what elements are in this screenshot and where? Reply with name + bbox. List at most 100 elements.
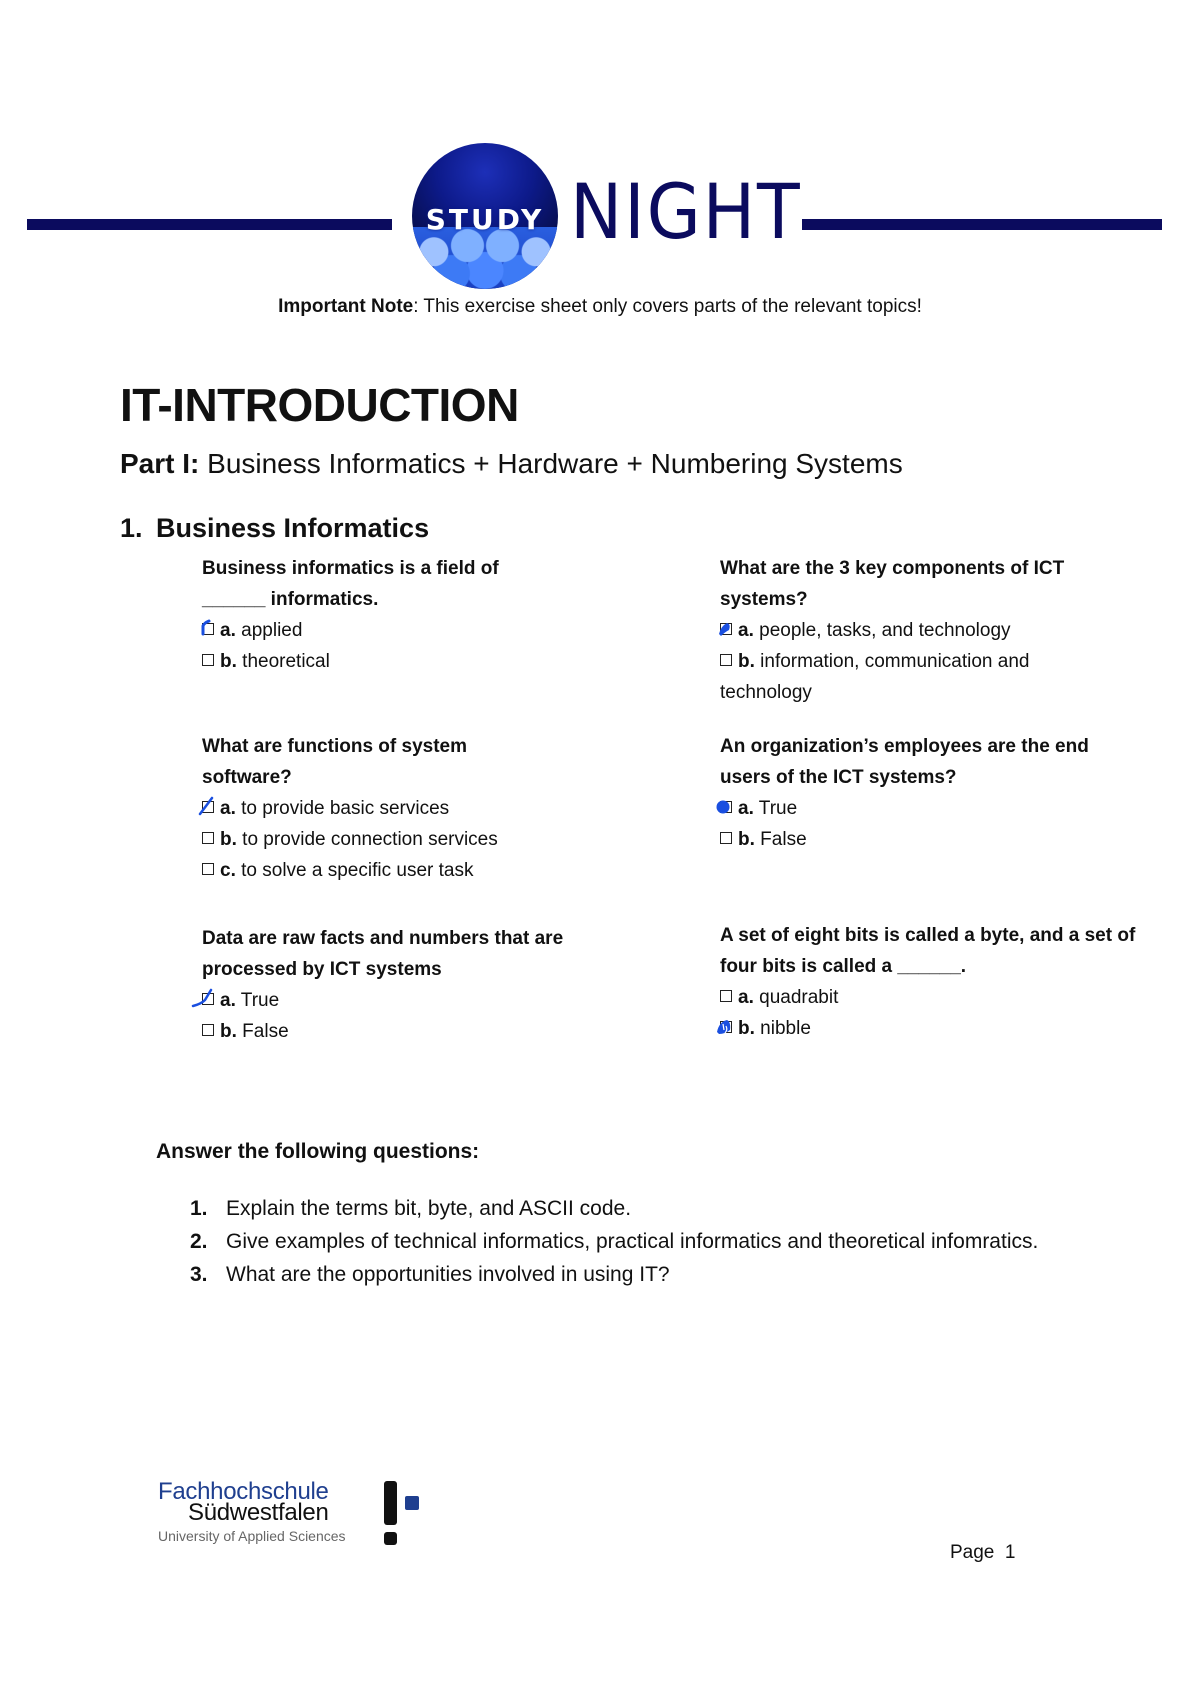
checkbox[interactable] xyxy=(191,988,214,1008)
option-item[interactable]: b. to provide connection services xyxy=(202,824,622,855)
option-item[interactable]: c. to solve a specific user task xyxy=(202,855,622,886)
option-text: to solve a specific user task xyxy=(241,860,474,881)
option-letter: b. xyxy=(220,829,237,850)
logo-word-study: STUDY xyxy=(425,203,545,236)
option-letter: a. xyxy=(220,798,236,819)
subtitle-label: Part I: xyxy=(120,448,200,479)
handwritten-scribble-icon xyxy=(717,1020,731,1034)
option-item[interactable]: a. applied xyxy=(201,615,622,646)
question-text: An organization’s employees are the end … xyxy=(720,736,1089,788)
item-text: What are the opportunities involved in u… xyxy=(226,1263,670,1286)
option-letter: a. xyxy=(738,620,754,641)
checkbox[interactable] xyxy=(198,796,214,816)
answer-question-item: 2. Give examples of technical informatics… xyxy=(190,1225,1038,1258)
document-title: IT-INTRODUCTION xyxy=(120,379,519,431)
logo-blue-square xyxy=(405,1496,419,1510)
option-item[interactable]: b. nibble xyxy=(717,1013,1160,1044)
item-number: 1. xyxy=(190,1197,208,1220)
checkbox[interactable] xyxy=(720,654,732,666)
option-text: people, tasks, and technology xyxy=(759,620,1011,641)
question-text: A set of eight bits is called a byte, an… xyxy=(720,925,1136,977)
option-letter: a. xyxy=(220,620,236,641)
checkbox[interactable] xyxy=(202,863,214,875)
handwritten-dot-icon xyxy=(716,800,730,814)
section-number: 1. xyxy=(120,513,143,543)
logo-line-tagline: University of Applied Sciences xyxy=(158,1528,346,1544)
option-text: information, communication and technolog… xyxy=(720,651,1030,703)
checkbox[interactable] xyxy=(202,654,214,666)
handwritten-check-icon xyxy=(198,796,214,816)
option-item[interactable]: b. theoretical xyxy=(202,646,622,677)
university-logo: Fachhochschule Südwestfalen University o… xyxy=(158,1478,428,1558)
answer-question-item: 1. Explain the terms bit, byte, and ASCII… xyxy=(190,1192,1038,1225)
option-text: False xyxy=(760,829,807,850)
option-item[interactable]: b. False xyxy=(202,1016,622,1047)
item-text: Give examples of technical informatics, … xyxy=(226,1230,1039,1253)
item-text: Explain the terms bit, byte, and ASCII c… xyxy=(226,1197,632,1220)
checkbox[interactable] xyxy=(202,832,214,844)
handwritten-check-icon xyxy=(201,619,211,636)
question-text: Business informatics is a field of _____… xyxy=(202,558,499,610)
option-item[interactable]: a. True xyxy=(191,985,622,1016)
option-item[interactable]: b. False xyxy=(720,824,1140,855)
handwritten-fill-icon xyxy=(719,623,730,636)
option-letter: b. xyxy=(220,1021,237,1042)
option-letter: a. xyxy=(738,798,754,819)
header-rule-left xyxy=(27,219,392,230)
document-subtitle: Part I: Business Informatics + Hardware … xyxy=(120,448,903,480)
option-text: quadrabit xyxy=(759,987,839,1008)
logo-word-night: NIGHT xyxy=(570,167,802,256)
important-note: Important Note: This exercise sheet only… xyxy=(0,296,1200,318)
option-text: True xyxy=(240,990,280,1011)
question-text: Data are raw facts and numbers that are … xyxy=(202,928,564,980)
handwritten-check-icon xyxy=(191,988,213,1008)
option-letter: b. xyxy=(738,829,755,850)
checkbox[interactable] xyxy=(202,1024,214,1036)
option-item[interactable]: a. to provide basic services xyxy=(198,793,622,824)
important-note-label: Important Note xyxy=(278,296,414,317)
question-card: An organization’s employees are the end … xyxy=(716,731,1140,855)
question-text: What are functions of system software? xyxy=(202,736,467,788)
logo-exclamation-dot xyxy=(384,1532,397,1545)
study-night-logo: STUDY xyxy=(412,143,558,289)
question-card: A set of eight bits is called a byte, an… xyxy=(717,920,1160,1044)
option-letter: b. xyxy=(220,651,237,672)
logo-line-suedwestfalen: Südwestfalen xyxy=(188,1499,329,1526)
checkbox[interactable] xyxy=(719,623,732,636)
checkbox[interactable] xyxy=(716,800,732,814)
question-card: Business informatics is a field of _____… xyxy=(201,553,622,677)
option-letter: b. xyxy=(738,1018,755,1039)
section-heading: 1. Business Informatics xyxy=(120,513,429,544)
option-letter: a. xyxy=(738,987,754,1008)
logo-clouds-graphic xyxy=(412,227,558,289)
option-item[interactable]: b. information, communication and techno… xyxy=(720,646,1080,708)
answer-question-list: 1. Explain the terms bit, byte, and ASCII… xyxy=(190,1192,1038,1291)
answer-question-item: 3. What are the opportunities involved in… xyxy=(190,1258,1038,1291)
answer-section-heading: Answer the following questions: xyxy=(156,1140,480,1163)
question-card: What are functions of system software? a… xyxy=(198,731,622,886)
option-item[interactable]: a. True xyxy=(716,793,1140,824)
option-item[interactable]: a. people, tasks, and technology xyxy=(719,615,1140,646)
subtitle-text: Business Informatics + Hardware + Number… xyxy=(199,448,903,479)
option-letter: c. xyxy=(220,860,236,881)
option-letter: a. xyxy=(220,990,236,1011)
checkbox[interactable] xyxy=(720,832,732,844)
logo-exclamation-bar xyxy=(384,1481,397,1525)
option-text: to provide connection services xyxy=(242,829,498,850)
page-number: Page 1 xyxy=(950,1542,1016,1563)
checkbox[interactable] xyxy=(717,1020,732,1034)
option-text: False xyxy=(242,1021,289,1042)
option-text: theoretical xyxy=(242,651,330,672)
checkbox[interactable] xyxy=(201,619,214,636)
item-number: 2. xyxy=(190,1230,208,1253)
question-text: What are the 3 key components of ICT sys… xyxy=(720,558,1065,610)
item-number: 3. xyxy=(190,1263,208,1286)
option-item[interactable]: a. quadrabit xyxy=(720,982,1160,1013)
option-text: to provide basic services xyxy=(241,798,450,819)
option-letter: b. xyxy=(738,651,755,672)
important-note-text: : This exercise sheet only covers parts … xyxy=(413,296,922,317)
option-text: nibble xyxy=(760,1018,811,1039)
section-title: Business Informatics xyxy=(156,513,430,543)
checkbox[interactable] xyxy=(720,990,732,1002)
header-rule-right xyxy=(802,219,1162,230)
